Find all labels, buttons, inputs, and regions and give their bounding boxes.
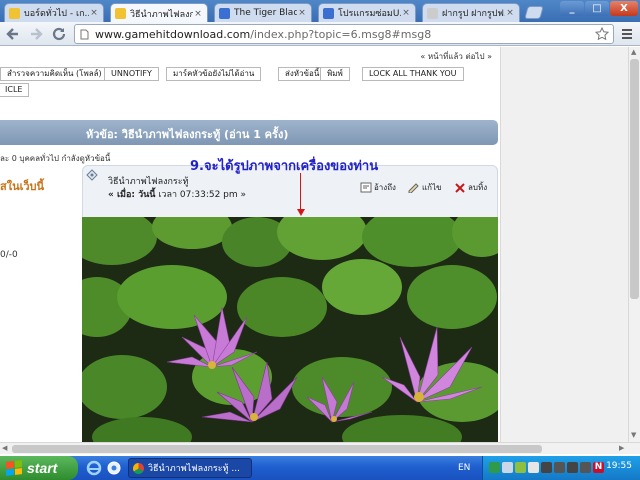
print-button[interactable]: พิมพ์ xyxy=(320,67,350,81)
tab-title: ฝากรูป ฝากรูปฟ... xyxy=(442,9,505,19)
mark-unread-button[interactable]: มาร์คหัวข้อยังไม่ได้อ่าน xyxy=(166,67,262,81)
viewers-count: ละ 0 บุคคลทั่วไป กำลังดูหัวข้อนี้ xyxy=(0,154,111,163)
lotus-photo xyxy=(82,217,498,442)
scroll-left-icon[interactable]: ◀ xyxy=(2,444,7,452)
tray-app-icon[interactable] xyxy=(580,462,591,473)
annotation-arrow-head xyxy=(297,209,305,216)
post-title[interactable]: วิธีนำภาพไฟลงกระทู้ xyxy=(108,174,189,188)
tab-close-icon[interactable]: × xyxy=(193,9,203,19)
tab-tiger-blade[interactable]: The Tiger Blade × xyxy=(214,3,312,22)
delete-button[interactable]: ลบทิ้ง xyxy=(454,181,487,194)
poll-button[interactable]: สำรวจความคิดเห็น (โพลล์) xyxy=(0,67,109,81)
forum-content: « หน้าที่แล้ว ต่อไป » สำรวจความคิดเห็น (… xyxy=(0,47,500,442)
network-icon[interactable] xyxy=(489,462,500,473)
tab-title: วิธีนำภาพไฟลงกระ... xyxy=(130,9,193,20)
horizontal-scroll-thumb[interactable] xyxy=(12,445,542,453)
quote-button[interactable]: อ้างถึง xyxy=(360,181,396,194)
tab-close-icon[interactable]: × xyxy=(401,8,411,18)
tab-image-upload[interactable]: ฝากรูป ฝากรูปฟ... × xyxy=(422,3,520,22)
favicon-icon xyxy=(9,7,20,19)
start-button[interactable]: start xyxy=(0,456,78,480)
new-tab-button[interactable] xyxy=(524,6,544,19)
close-window-button[interactable]: X xyxy=(610,1,638,16)
tab-close-icon[interactable]: × xyxy=(505,8,515,18)
post-date: « เมื่อ: วันนี้ เวลา 07:33:52 pm » xyxy=(108,190,247,200)
tab-title: โปรแกรมซ่อมU... xyxy=(338,9,401,19)
n-app-icon[interactable]: N xyxy=(593,462,604,473)
tab-title: The Tiger Blade xyxy=(234,8,297,18)
minimize-button[interactable]: _ xyxy=(560,1,584,16)
windows-flag-icon xyxy=(6,460,22,476)
page-viewport: « หน้าที่แล้ว ต่อไป » สำรวจความคิดเห็น (… xyxy=(0,47,628,442)
tab-close-icon[interactable]: × xyxy=(89,8,99,18)
scroll-right-icon[interactable]: ▶ xyxy=(619,444,624,452)
tray-app-icon[interactable] xyxy=(502,462,513,473)
delete-icon xyxy=(454,182,466,193)
favicon-icon xyxy=(323,7,334,19)
back-arrow-icon[interactable] xyxy=(4,25,22,43)
scroll-up-icon[interactable]: ▲ xyxy=(631,48,636,56)
sidebar-stat: 0/-0 xyxy=(0,250,18,260)
language-indicator[interactable]: EN xyxy=(458,463,470,473)
sidebar-username[interactable]: สในเว็บนี้ xyxy=(0,177,44,195)
system-tray: N 19:55 xyxy=(482,456,640,480)
reload-icon[interactable] xyxy=(50,25,68,43)
tray-app-icon[interactable] xyxy=(554,462,565,473)
taskbar-window-chrome[interactable]: วิธีนำภาพไฟลงกระทู้ ... xyxy=(128,458,252,478)
quote-icon xyxy=(360,182,372,193)
unnotify-button[interactable]: UNNOTIFY xyxy=(104,67,159,81)
horizontal-scrollbar[interactable]: ◀ ▶ xyxy=(0,442,640,454)
vertical-scrollbar[interactable]: ▲ ▼ xyxy=(628,47,640,442)
clock[interactable]: 19:55 xyxy=(606,461,632,471)
page-right-margin xyxy=(500,47,628,442)
ie-icon[interactable] xyxy=(86,460,102,476)
page-icon xyxy=(79,29,90,40)
tab-title: บอร์ดทั่วไป - เก... xyxy=(24,9,89,19)
tray-app-icon[interactable] xyxy=(567,462,578,473)
favicon-icon xyxy=(219,7,230,19)
star-icon[interactable] xyxy=(594,26,610,44)
scroll-down-icon[interactable]: ▼ xyxy=(631,431,636,439)
annotation-arrow-line xyxy=(300,173,301,213)
tray-app-icon[interactable] xyxy=(541,462,552,473)
address-bar[interactable]: www.gamehitdownload.com/index.php?topic=… xyxy=(74,24,614,44)
topic-title: หัวข้อ: วิธีนำภาพไฟลงกระทู้ (อ่าน 1 ครั้… xyxy=(86,128,289,141)
tutorial-annotation: 9.จะได้รูปภาพจากเครื่องของท่าน xyxy=(190,159,379,174)
maximize-button[interactable]: □ xyxy=(585,1,609,16)
volume-icon[interactable] xyxy=(528,462,539,473)
prev-next-link[interactable]: « หน้าที่แล้ว ต่อไป » xyxy=(420,50,492,63)
tab-repair-program[interactable]: โปรแกรมซ่อมU... × xyxy=(318,3,416,22)
vertical-scroll-thumb[interactable] xyxy=(630,59,639,299)
favicon-icon xyxy=(115,8,126,19)
tab-current-topic[interactable]: วิธีนำภาพไฟลงกระ... × xyxy=(110,3,208,23)
topic-title-bar: หัวข้อ: วิธีนำภาพไฟลงกระทู้ (อ่าน 1 ครั้… xyxy=(0,120,498,145)
browser-toolbar: www.gamehitdownload.com/index.php?topic=… xyxy=(0,22,640,46)
chrome-icon xyxy=(133,462,144,474)
edit-icon xyxy=(408,182,420,194)
post-topic-icon xyxy=(85,168,99,182)
browser-tab-strip: บอร์ดทั่วไป - เก... × วิธีนำภาพไฟลงกระ..… xyxy=(0,0,640,23)
tab-board-general[interactable]: บอร์ดทั่วไป - เก... × xyxy=(4,3,104,22)
edit-button[interactable]: แก้ไข xyxy=(408,181,442,194)
wrench-menu-icon[interactable] xyxy=(618,25,636,43)
quicklaunch-icon[interactable] xyxy=(106,460,122,476)
lock-all-thank-you-button[interactable]: LOCK ALL THANK YOU xyxy=(362,67,464,81)
favicon-icon xyxy=(427,7,438,19)
article-button[interactable]: ICLE xyxy=(0,83,30,97)
tab-close-icon[interactable]: × xyxy=(297,8,307,18)
forward-arrow-icon[interactable] xyxy=(27,25,45,43)
tray-app-icon[interactable] xyxy=(515,462,526,473)
url-text: www.gamehitdownload.com/index.php?topic=… xyxy=(95,28,432,41)
windows-taskbar: start วิธีนำภาพไฟลงกระทู้ ... EN N 19:55 xyxy=(0,456,640,480)
